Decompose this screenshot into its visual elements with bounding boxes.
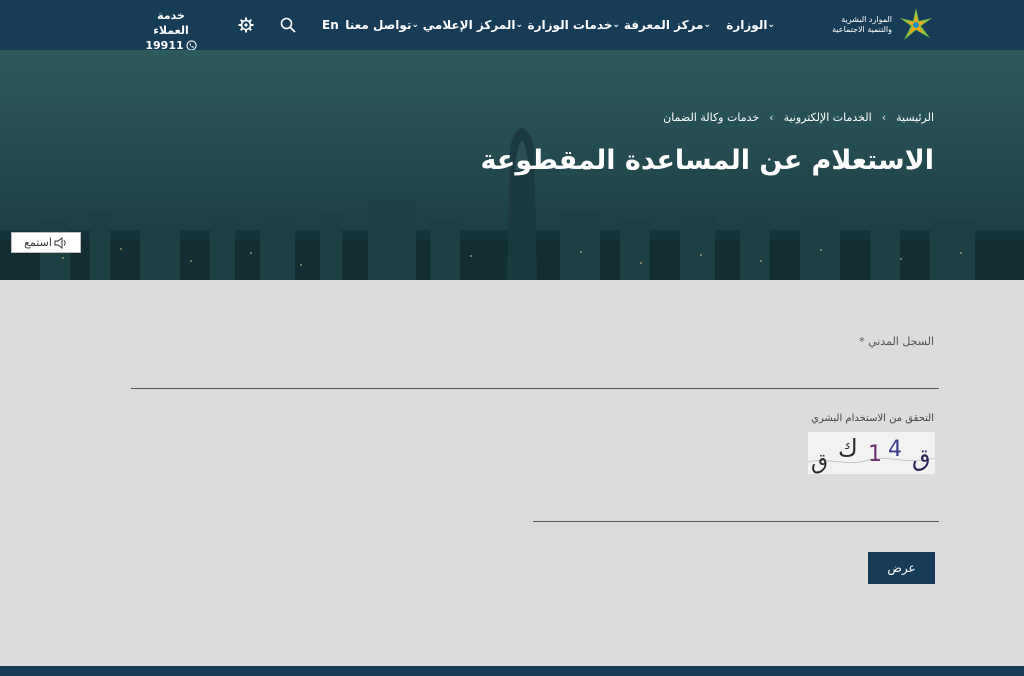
chevron-left-icon: ‹ [769, 111, 774, 124]
language-toggle[interactable]: En [322, 0, 339, 50]
nav-ministry[interactable]: الوزارة ⌄ [726, 0, 779, 50]
customer-service-label: خدمة العملاء [153, 9, 189, 37]
page-title: الاستعلام عن المساعدة المقطوعة [480, 145, 934, 176]
captcha-label: التحقق من الاستخدام البشري [811, 413, 934, 424]
listen-label: استمع [24, 236, 52, 249]
civil-id-label-text: السجل المدني [868, 335, 934, 348]
captcha-svg: ق 4 1 ك ق [807, 434, 936, 475]
search-button[interactable] [280, 0, 296, 50]
nav-ministry-services[interactable]: خدمات الوزارة ⌄ [528, 0, 624, 50]
breadcrumb-eservices[interactable]: الخدمات الإلكترونية [784, 111, 872, 124]
logo-line-1: الموارد البشرية [841, 15, 892, 24]
logo-emblem-icon [900, 8, 932, 40]
language-label: En [322, 18, 339, 32]
hero-banner: الرئيسية ‹ الخدمات الإلكترونية ‹ خدمات و… [0, 50, 1024, 280]
nav-knowledge-center[interactable]: مركز المعرفة ⌄ [624, 0, 715, 50]
search-icon [280, 17, 296, 33]
nav-ministry-label: الوزارة [726, 18, 768, 32]
ministry-logo[interactable]: الموارد البشرية والتنمية الاجتماعية [832, 6, 936, 44]
captcha-char-5: ق [811, 450, 828, 474]
civil-id-input[interactable] [131, 350, 939, 389]
nav-ministry-services-label: خدمات الوزارة [527, 18, 613, 32]
chevron-down-icon: ⌄ [767, 20, 775, 30]
inquiry-form: السجل المدني * التحقق من الاستخدام البشر… [0, 280, 1024, 666]
customer-service[interactable]: خدمة العملاء 19911 [140, 8, 202, 53]
civil-id-label: السجل المدني * [859, 335, 934, 348]
speaker-icon [54, 236, 66, 249]
footer-bar [0, 666, 1024, 676]
breadcrumb-social-security[interactable]: خدمات وكالة الضمان [663, 111, 759, 124]
logo-line-2: والتنمية الاجتماعية [832, 25, 892, 34]
nav-media-center[interactable]: المركز الإعلامي ⌄ [423, 0, 527, 50]
nav-contact-us-label: تواصل معنا [345, 18, 412, 32]
nav-knowledge-center-label: مركز المعرفة [623, 18, 704, 32]
required-asterisk: * [859, 335, 865, 348]
captcha-char-1: ق [912, 444, 931, 472]
captcha-input[interactable] [533, 485, 939, 522]
captcha-char-4: ك [838, 434, 858, 462]
breadcrumb: الرئيسية ‹ الخدمات الإلكترونية ‹ خدمات و… [663, 111, 934, 124]
gear-icon [238, 17, 254, 33]
captcha-char-2: 4 [888, 437, 902, 462]
settings-button[interactable] [238, 0, 254, 50]
nav-contact-us[interactable]: تواصل معنا ⌄ [345, 0, 423, 50]
top-navbar: الموارد البشرية والتنمية الاجتماعية الوز… [0, 0, 1024, 53]
captcha-image: ق 4 1 ك ق [807, 432, 936, 475]
chevron-down-icon: ⌄ [612, 20, 620, 30]
listen-button[interactable]: استمع [11, 232, 81, 253]
chevron-down-icon: ⌄ [703, 20, 711, 30]
chevron-down-icon: ⌄ [411, 20, 419, 30]
logo-text: الموارد البشرية والتنمية الاجتماعية [832, 15, 892, 35]
nav-media-center-label: المركز الإعلامي [422, 18, 516, 32]
captcha-char-3: 1 [868, 442, 882, 467]
chevron-left-icon: ‹ [881, 111, 887, 124]
breadcrumb-home[interactable]: الرئيسية [896, 111, 934, 124]
chevron-down-icon: ⌄ [515, 20, 523, 30]
submit-button[interactable]: عرض [868, 552, 935, 584]
